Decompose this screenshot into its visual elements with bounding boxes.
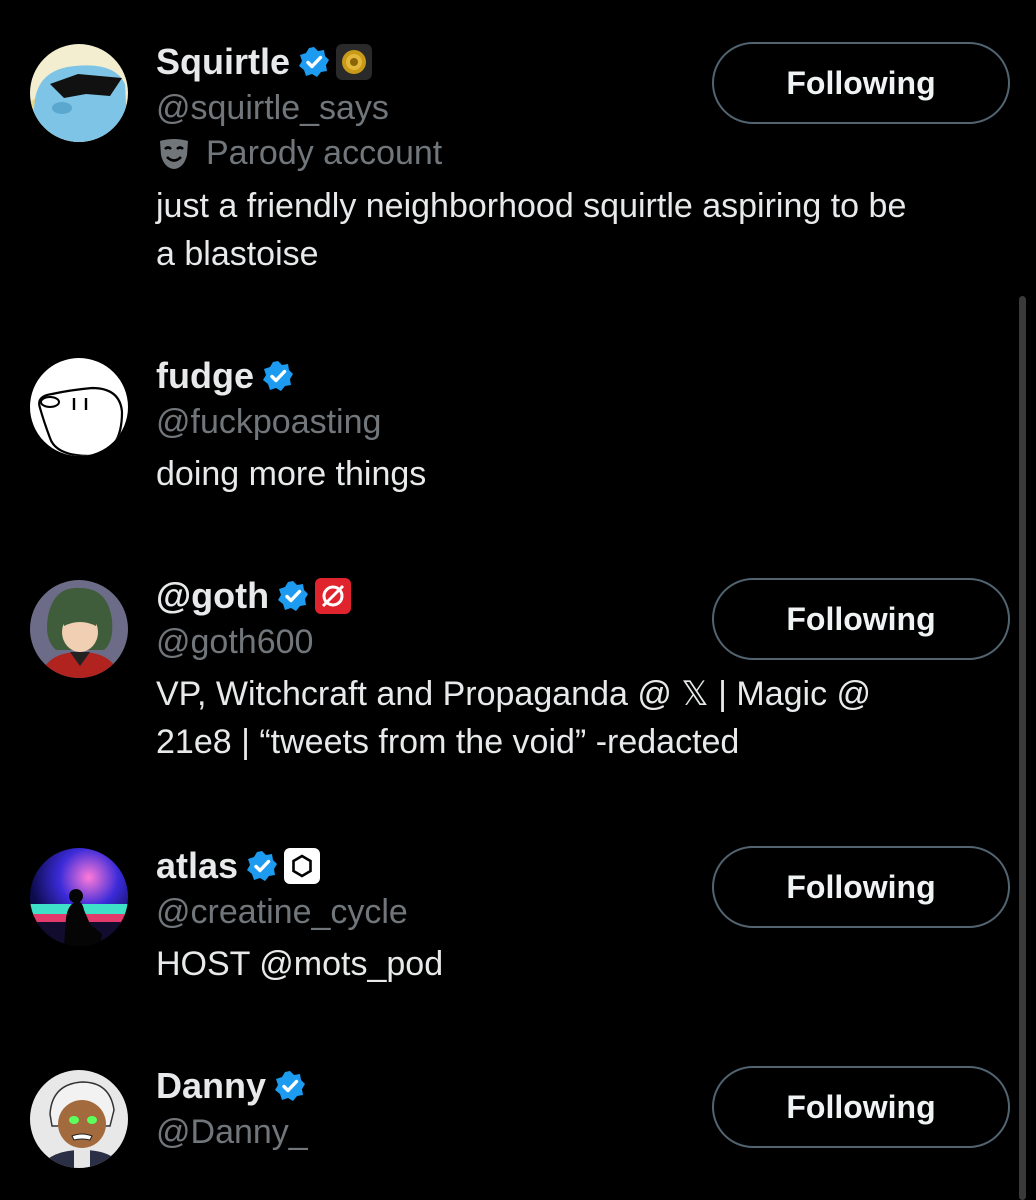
verified-badge-icon bbox=[274, 1070, 306, 1102]
bio-line: 21e8 | “tweets from the void” -redacted bbox=[156, 723, 740, 761]
display-name[interactable]: @goth bbox=[156, 572, 269, 620]
parody-mask-icon bbox=[156, 135, 192, 171]
verified-badge-icon bbox=[298, 46, 330, 78]
red-null-badge-icon[interactable] bbox=[315, 578, 352, 614]
bio-line: just a friendly neighborhood squirtle as… bbox=[156, 187, 907, 225]
display-name[interactable]: fudge bbox=[156, 352, 254, 400]
verified-badge-icon bbox=[246, 850, 278, 882]
parody-label: Parody account bbox=[156, 130, 1016, 176]
avatar-goth[interactable] bbox=[30, 580, 128, 678]
following-button[interactable]: Following bbox=[712, 846, 1010, 928]
avatar-fudge[interactable] bbox=[30, 358, 128, 456]
display-name[interactable]: atlas bbox=[156, 842, 238, 890]
hexagon-badge-icon[interactable] bbox=[284, 848, 321, 884]
verified-badge-icon bbox=[262, 360, 294, 392]
following-button[interactable]: Following bbox=[712, 578, 1010, 660]
user-cell-fudge[interactable]: fudge @fuckpoasting doing more things bbox=[0, 340, 1036, 520]
avatar-danny[interactable] bbox=[30, 1070, 128, 1168]
gold-coin-badge-icon[interactable] bbox=[336, 44, 373, 80]
bio-line: VP, Witchcraft and Propaganda @ 𝕏 | Magi… bbox=[156, 675, 872, 713]
user-handle: @fuckpoasting bbox=[156, 403, 382, 441]
bio-line: a blastoise bbox=[156, 235, 319, 273]
user-cell-danny[interactable]: Danny @Danny_ Following bbox=[0, 1050, 1036, 1200]
display-name[interactable]: Danny bbox=[156, 1062, 266, 1110]
user-bio: just a friendly neighborhood squirtle as… bbox=[156, 182, 1016, 278]
scrollbar[interactable] bbox=[1019, 296, 1026, 1200]
following-list: Squirtle @squirtle_says Parody account j… bbox=[0, 0, 1036, 1200]
bio-line: HOST @mots_pod bbox=[156, 945, 444, 983]
following-button[interactable]: Following bbox=[712, 1066, 1010, 1148]
user-bio: HOST @mots_pod bbox=[156, 940, 1016, 988]
verified-badge-icon bbox=[277, 580, 309, 612]
avatar-squirtle[interactable] bbox=[30, 44, 128, 142]
parody-label-text: Parody account bbox=[206, 134, 443, 172]
user-cell-goth[interactable]: @goth @goth600 VP, Witchcraft and Propag… bbox=[0, 560, 1036, 800]
bio-line: doing more things bbox=[156, 455, 427, 493]
avatar-atlas[interactable] bbox=[30, 848, 128, 946]
user-bio: doing more things bbox=[156, 450, 1016, 498]
user-cell-atlas[interactable]: atlas @creatine_cycle HOST @mots_pod Fol… bbox=[0, 830, 1036, 1010]
user-bio: VP, Witchcraft and Propaganda @ 𝕏 | Magi… bbox=[156, 670, 1016, 766]
display-name[interactable]: Squirtle bbox=[156, 38, 290, 86]
following-button[interactable]: Following bbox=[712, 42, 1010, 124]
user-cell-squirtle[interactable]: Squirtle @squirtle_says Parody account j… bbox=[0, 0, 1036, 300]
